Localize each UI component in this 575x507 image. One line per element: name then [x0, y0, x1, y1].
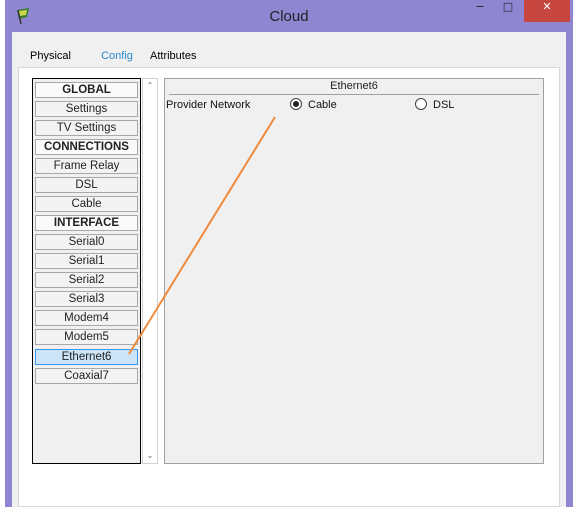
sidebar-item-serial1[interactable]: Serial1	[35, 253, 138, 269]
title-divider	[169, 94, 539, 95]
cable-radio[interactable]	[290, 98, 302, 110]
maximize-button[interactable]: □	[495, 0, 521, 22]
sidebar-scrollbar[interactable]: ⌃ ⌄	[142, 78, 158, 464]
interface-detail-panel: Ethernet6 Provider Network Cable DSL	[164, 78, 544, 464]
sidebar-item-serial0[interactable]: Serial0	[35, 234, 138, 250]
sidebar-item-cable[interactable]: Cable	[35, 196, 138, 212]
minimize-button[interactable]: −	[467, 0, 493, 22]
tab-attributes[interactable]: Attributes	[150, 47, 196, 67]
sidebar-item-settings[interactable]: Settings	[35, 101, 138, 117]
close-icon: ✕	[542, 0, 552, 13]
cable-radio-label[interactable]: Cable	[308, 99, 337, 111]
sidebar-item-serial3[interactable]: Serial3	[35, 291, 138, 307]
sidebar-header-connections: CONNECTIONS	[35, 139, 138, 155]
sidebar-item-modem5[interactable]: Modem5	[35, 329, 138, 345]
provider-network-label: Provider Network	[166, 99, 251, 111]
sidebar-item-dsl[interactable]: DSL	[35, 177, 138, 193]
cloud-window: Cloud − □ ✕ Physical Config Attributes G…	[5, 0, 573, 507]
window-content: Physical Config Attributes GLOBAL Settin…	[12, 32, 566, 507]
title-bar[interactable]: Cloud − □ ✕	[5, 0, 573, 32]
sidebar-item-ethernet6[interactable]: Ethernet6	[35, 349, 138, 365]
sidebar-item-coaxial7[interactable]: Coaxial7	[35, 368, 138, 384]
sidebar-item-frame-relay[interactable]: Frame Relay	[35, 158, 138, 174]
tab-physical[interactable]: Physical	[30, 47, 71, 67]
tab-bar: Physical Config Attributes	[12, 32, 566, 70]
sidebar-header-interface: INTERFACE	[35, 215, 138, 231]
config-panel: GLOBAL Settings TV Settings CONNECTIONS …	[18, 67, 560, 507]
sidebar-item-serial2[interactable]: Serial2	[35, 272, 138, 288]
scroll-down-icon[interactable]: ⌄	[143, 449, 157, 463]
dsl-radio[interactable]	[415, 98, 427, 110]
sidebar-item-modem4[interactable]: Modem4	[35, 310, 138, 326]
minimize-icon: −	[475, 0, 485, 13]
close-button[interactable]: ✕	[524, 0, 570, 22]
config-sidebar: GLOBAL Settings TV Settings CONNECTIONS …	[32, 78, 141, 464]
sidebar-item-tv-settings[interactable]: TV Settings	[35, 120, 138, 136]
dsl-radio-label[interactable]: DSL	[433, 99, 454, 111]
scroll-up-icon[interactable]: ⌃	[143, 79, 157, 93]
interface-title: Ethernet6	[330, 80, 378, 92]
maximize-icon: □	[502, 0, 514, 13]
sidebar-header-global: GLOBAL	[35, 82, 138, 98]
